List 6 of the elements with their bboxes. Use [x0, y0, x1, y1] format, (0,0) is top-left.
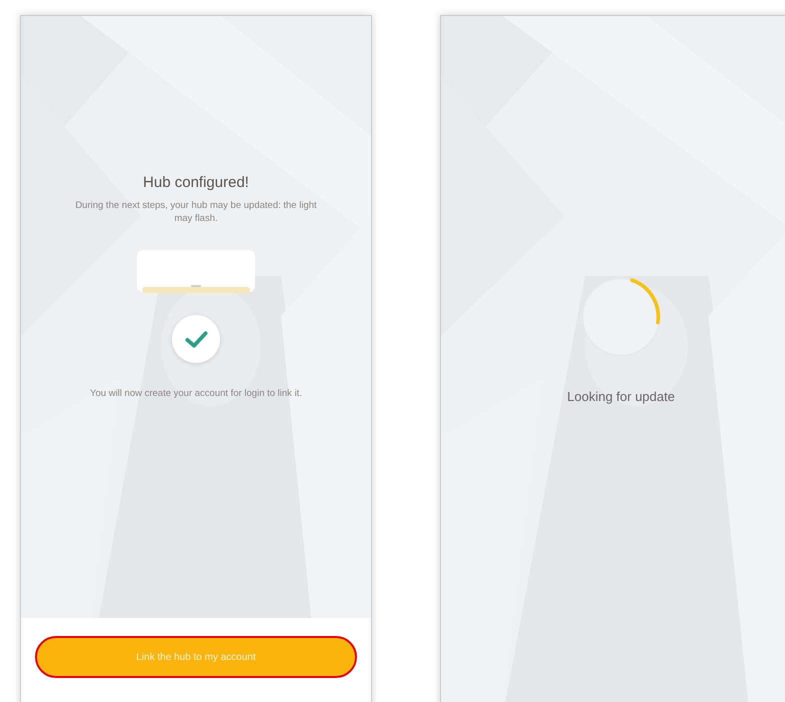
link-account-button[interactable]: Link the hub to my account	[35, 636, 357, 678]
status-text: Looking for update	[567, 389, 675, 404]
description-text: During the next steps, your hub may be updated: the light may flash.	[74, 199, 318, 225]
hub-device-icon	[136, 249, 256, 295]
info-text: You will now create your account for login to link it.	[89, 387, 303, 400]
screen-title: Hub configured!	[143, 174, 249, 191]
